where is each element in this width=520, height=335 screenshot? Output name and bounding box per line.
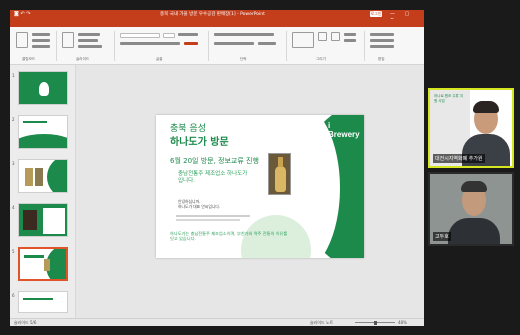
participant-name-label: 대전시지역화폐 추가원 (433, 154, 485, 163)
thumb-card (43, 208, 65, 234)
paragraph-group (212, 30, 282, 56)
replace-button[interactable] (370, 39, 394, 42)
slide-main-title[interactable]: 하나도가 방문 (170, 133, 229, 148)
participant-name-label: 고두호 (433, 232, 451, 241)
thumb-photo (25, 168, 33, 186)
quick-access-save-icon[interactable]: ◙ ↶ ↷ (14, 11, 30, 17)
editing-group (368, 30, 418, 56)
slide-thumbnail[interactable] (18, 203, 68, 237)
group-separator (286, 31, 287, 61)
participant-video-tile-active[interactable]: 하나로 원조 주류 지원 사업 대전시지역화폐 추가원 (428, 88, 514, 168)
thumb-number: 1 (12, 73, 15, 78)
thumb-photo (23, 210, 37, 230)
slide-text-placeholder (176, 219, 240, 221)
participant-hair (461, 181, 487, 192)
thumb-wave-shape (19, 134, 67, 148)
align-buttons[interactable] (214, 42, 254, 45)
new-slide-icon[interactable] (62, 32, 74, 48)
font-name-select[interactable] (120, 33, 160, 38)
slide-thumbnail[interactable] (18, 115, 68, 149)
format-painter-button[interactable] (32, 45, 50, 48)
group-separator (208, 31, 209, 61)
group-label-editing: 편집 (378, 57, 385, 61)
quick-styles-icon[interactable] (331, 32, 340, 41)
notes-button[interactable]: 슬라이드 노트 (310, 320, 333, 326)
slides-group (60, 30, 110, 56)
thumb-number: 5 (12, 249, 15, 254)
thumb-number: 4 (12, 205, 15, 210)
slide-thumbnail-selected[interactable] (18, 247, 68, 281)
thumb-photo (35, 168, 43, 186)
group-separator (56, 31, 57, 61)
status-bar: 슬라이드 5/6 슬라이드 노트 48% (10, 318, 424, 326)
thumb-heading-line (24, 255, 44, 258)
text-direction-button[interactable] (258, 42, 276, 45)
slide-text-placeholder (176, 215, 250, 217)
thumb-bottle-photo (44, 259, 50, 271)
arrange-icon[interactable] (318, 32, 327, 41)
thumb-number: 2 (12, 117, 15, 122)
group-label-paragraph: 단락 (240, 57, 247, 61)
current-slide[interactable]: i Brewery 충북 음성 하나도가 방문 6월 20일 방문, 정보교류 … (156, 115, 364, 258)
drawing-group (290, 30, 360, 56)
group-separator (364, 31, 365, 61)
layout-button[interactable] (78, 33, 100, 36)
thumb-number: 3 (12, 161, 15, 166)
slide-brand-label[interactable]: i Brewery (328, 121, 364, 139)
title-bar: ◙ ↶ ↷ 충북 국내 가을 방문 우수공감 판매장[1] - PowerPoi… (10, 10, 424, 23)
shapes-gallery-icon[interactable] (292, 32, 314, 48)
slide-bottle-photo[interactable] (268, 153, 291, 195)
group-label-slides: 슬라이드 (76, 57, 90, 61)
font-size-grow-button[interactable] (178, 33, 198, 36)
thumb-heading-line (23, 121, 47, 123)
select-button[interactable] (370, 45, 394, 48)
group-label-font: 글꼴 (156, 57, 163, 61)
slide-description[interactable]: 하나도가는 충남전통주 제조업소이며, 부친가와 역주 전통의 이유를 잇고 있… (170, 231, 290, 241)
slide-editing-canvas[interactable]: i Brewery 충북 음성 하나도가 방문 6월 20일 방문, 정보교류 … (76, 65, 424, 318)
font-color-button[interactable] (184, 42, 198, 45)
participant-video-tile[interactable]: 고두호 (428, 172, 514, 246)
background-sign-text: 하나로 원조 주류 지원 사업 (434, 94, 464, 103)
slide-thumbnail-panel[interactable]: 1 2 3 4 5 6 (10, 65, 76, 318)
thumb-number: 6 (12, 293, 15, 298)
shape-fill-button[interactable] (344, 33, 356, 36)
signin-button[interactable]: 로그인 (370, 11, 382, 17)
thumb-bottle-icon (39, 82, 49, 96)
participant-hair (473, 101, 499, 113)
list-buttons[interactable] (214, 33, 274, 36)
clipboard-group (14, 30, 54, 56)
slide-thumbnail[interactable] (18, 291, 68, 313)
shape-outline-button[interactable] (344, 39, 356, 42)
slide-small-text[interactable]: 안녕하십니까. 하나도가 대표 안씨입니다. (178, 199, 258, 209)
slide-date-line[interactable]: 6월 20일 방문, 정보교류 진행 (170, 156, 259, 166)
font-group (118, 30, 204, 56)
slide-small-sub: 하나도가 대표 안씨입니다. (178, 204, 221, 209)
zoom-level[interactable]: 48% (398, 320, 407, 325)
group-separator (114, 31, 115, 61)
slide-thumbnail[interactable] (18, 71, 68, 105)
section-button[interactable] (78, 45, 102, 48)
slide-counter: 슬라이드 5/6 (14, 320, 37, 325)
font-size-select[interactable] (163, 33, 175, 38)
thumb-heading-line (23, 298, 53, 300)
group-label-clipboard: 클립보드 (22, 57, 36, 61)
powerpoint-window: ◙ ↶ ↷ 충북 국내 가을 방문 우수공감 판매장[1] - PowerPoi… (10, 10, 424, 326)
copy-button[interactable] (32, 39, 50, 42)
window-title: 충북 국내 가을 방문 우수공감 판매장[1] - PowerPoint (160, 12, 265, 17)
paste-icon[interactable] (16, 32, 28, 48)
thumb-circle-shape (47, 160, 67, 192)
ribbon-tabs: 파일 홈 삽입 디자인 전환 애니메이션 슬라이드 쇼 검토 보기 도움말 무엇… (10, 19, 424, 37)
participant-shoulders (448, 218, 500, 244)
slide-intro-text[interactable]: 충남전통주 제조업소 하나도가입니다. (178, 171, 248, 185)
zoom-slider-handle[interactable] (374, 320, 377, 325)
group-label-drawing: 그리기 (316, 57, 326, 61)
slide-thumbnail[interactable] (18, 159, 68, 193)
ribbon: 클립보드 슬라이드 글꼴 단락 그리기 편집 (10, 27, 424, 65)
cut-button[interactable] (32, 33, 50, 36)
reset-button[interactable] (78, 39, 98, 42)
font-style-buttons[interactable] (120, 42, 180, 45)
find-button[interactable] (370, 33, 394, 36)
